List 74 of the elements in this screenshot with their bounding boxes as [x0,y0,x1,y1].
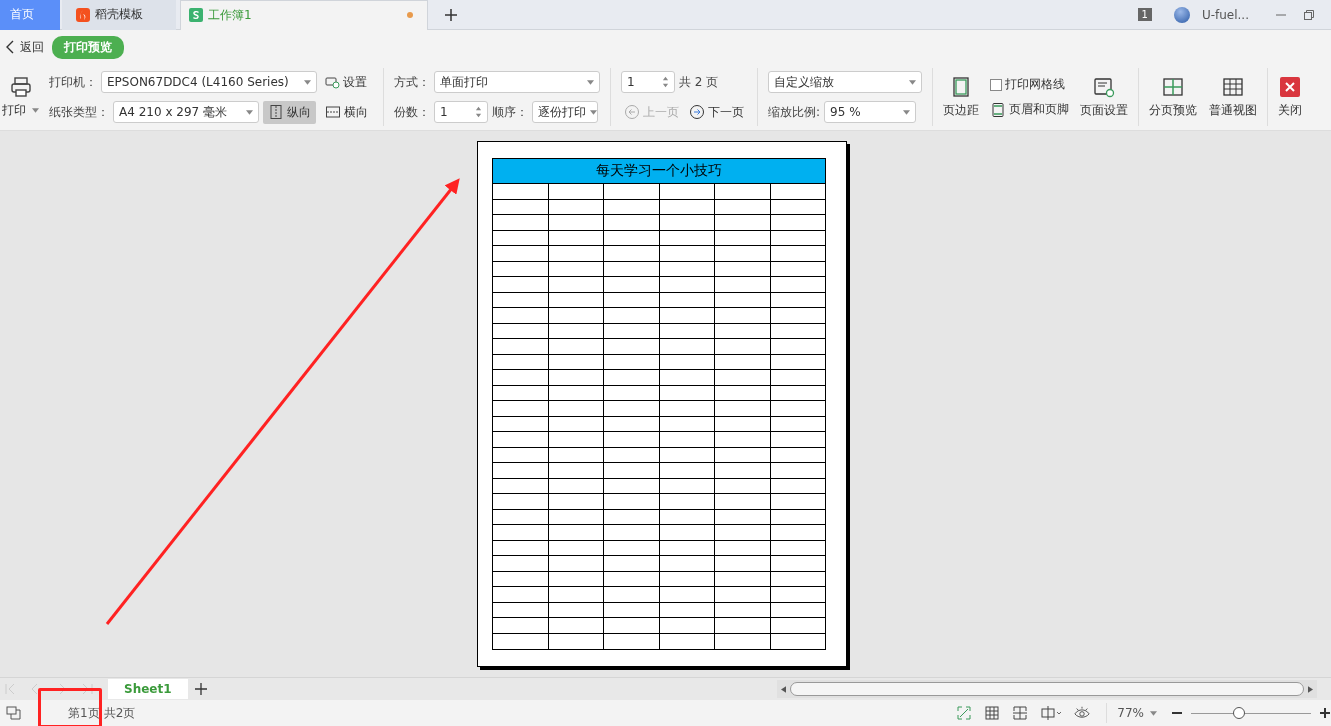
paper-type-dropdown[interactable]: A4 210 x 297 毫米 [113,101,259,123]
account-name[interactable]: U-fuel... [1201,7,1249,22]
chevron-left-icon [6,40,14,54]
document-tab[interactable]: 稻壳模板 [62,0,176,30]
page-layout-icon[interactable] [1040,705,1063,721]
eye-icon[interactable] [1074,705,1091,721]
spreadsheet-icon [189,8,203,22]
spinner-arrows-icon [662,75,669,89]
page-number-spinbox[interactable]: 1 [621,71,675,93]
zoom-dropdown[interactable]: 77% [1117,706,1157,720]
horizontal-scrollbar[interactable] [777,680,1317,698]
printer-label: 打印机： [49,73,97,91]
copies-spinbox[interactable]: 1 [434,101,488,123]
new-tab-icon[interactable] [444,7,458,22]
page-margins-icon [950,75,972,98]
page-setup-button[interactable]: 页面设置 [1076,73,1132,121]
print-mode-dropdown[interactable]: 单面打印 [434,71,600,93]
paper-type-label: 纸张类型： [49,103,109,121]
margins-button[interactable]: 页边距 [939,73,983,121]
print-mode-label: 方式： [394,73,430,91]
scroll-left-icon[interactable] [781,685,786,693]
scale-ratio-label: 缩放比例: [768,103,821,121]
printer-icon [9,75,32,98]
window-count-badge[interactable]: 1 [1137,8,1152,21]
scale-mode-dropdown[interactable]: 自定义缩放 [768,71,922,93]
tab-label: 稻壳模板 [95,6,143,23]
settings-button[interactable]: 设置 [321,71,370,93]
page-break-preview-button[interactable]: 分页预览 [1145,73,1201,121]
copies-label: 份数： [394,103,430,121]
orientation-button[interactable]: 横向 [320,100,373,124]
page-break-icon[interactable] [1012,705,1029,721]
sheet-tab[interactable]: Sheet1 [108,679,188,699]
grid-view-icon[interactable] [984,705,1001,721]
printer-dropdown[interactable]: EPSON67DDC4 (L4160 Series) [101,71,317,93]
current-page-text: 第1页 [68,704,100,722]
annotation-rectangle [38,688,102,726]
header-footer-button[interactable]: 页眉和页脚 [987,99,1072,120]
sheet-navigation-icon[interactable] [4,682,94,696]
back-button[interactable]: 返回 [4,38,46,56]
add-sheet-icon[interactable] [193,682,208,696]
avatar-icon[interactable] [1173,6,1190,23]
fullscreen-icon[interactable] [956,705,973,721]
arrow-right-circle-icon [689,104,705,120]
scroll-right-icon[interactable] [1308,685,1313,693]
table-title: 每天学习一个小技巧 [492,158,826,184]
flame-icon [76,7,90,22]
tab-label: 工作簿1 [208,6,252,24]
page-settings-icon [1093,75,1115,98]
page-break-icon [1162,75,1184,98]
grid-icon [1222,75,1244,98]
portrait-page-icon [268,104,284,120]
zoom-slider-thumb[interactable] [1233,707,1245,719]
total-pages-text: 共2页 [103,704,136,722]
tab-label: 首页 [10,6,34,23]
spinner-arrows-icon [475,105,482,119]
close-button[interactable]: 关闭 [1274,73,1306,121]
macro-icon[interactable] [6,705,22,721]
next-page-button[interactable]: 下一页 [686,101,747,123]
order-label: 顺序： [492,103,528,121]
zoom-in-icon[interactable] [1319,707,1331,719]
orientation-button[interactable]: 纵向 [263,100,316,124]
header-footer-icon [990,101,1006,118]
print-gridlines-checkbox[interactable]: 打印网格线 [987,74,1072,95]
mode-badge: 打印预览 [52,35,124,59]
landscape-page-icon [325,104,341,120]
scale-ratio-dropdown[interactable]: 95 % [824,101,917,123]
total-pages-text: 共 2 页 [679,73,719,91]
printer-settings-icon [324,74,340,90]
order-dropdown[interactable]: 逐份打印 [532,101,598,123]
normal-view-button[interactable]: 普通视图 [1205,73,1261,121]
close-icon [1279,75,1301,98]
restore-icon[interactable] [1303,8,1315,21]
print-button[interactable]: 打印 [0,73,41,121]
arrow-left-circle-icon [624,104,640,120]
